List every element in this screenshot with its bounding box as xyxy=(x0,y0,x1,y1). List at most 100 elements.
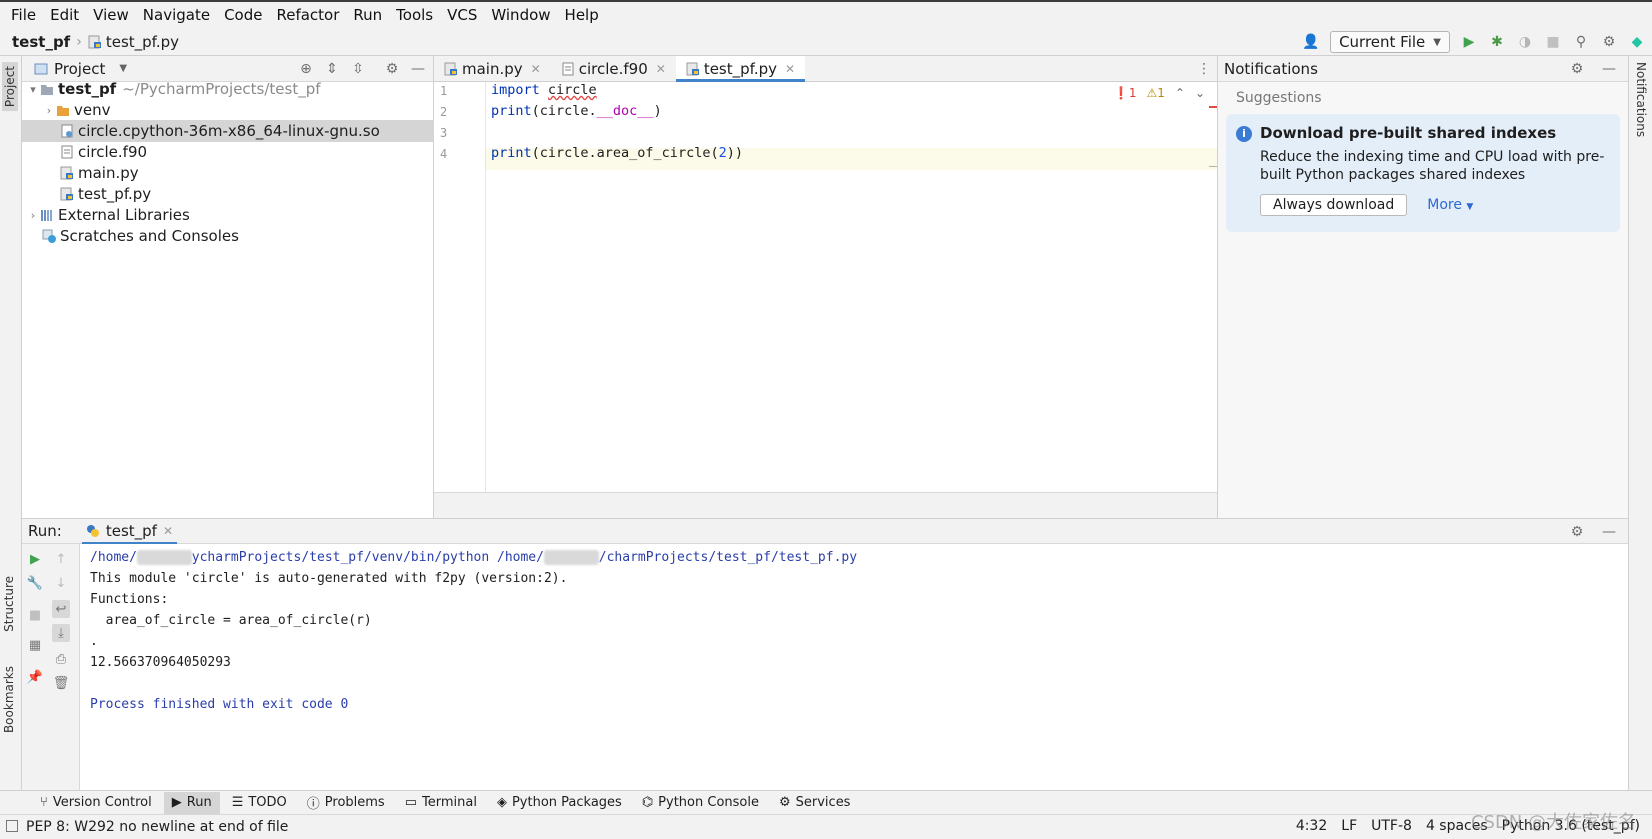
menu-help[interactable]: Help xyxy=(558,6,606,24)
menu-vcs[interactable]: VCS xyxy=(440,6,484,24)
gear-icon[interactable]: ⚙ xyxy=(1600,33,1618,51)
run-tab[interactable]: test_pf ✕ xyxy=(81,518,178,545)
hide-panel-icon[interactable]: — xyxy=(409,60,427,78)
menu-view[interactable]: View xyxy=(86,6,136,24)
console-line-result: 12.566370964050293 xyxy=(90,655,231,670)
project-panel-title[interactable]: Project xyxy=(54,60,105,78)
scroll-to-end-icon[interactable]: ⤓ xyxy=(52,624,70,642)
wrench-icon[interactable]: 🔧 xyxy=(26,574,44,592)
pin-icon[interactable]: 📌 xyxy=(26,668,44,686)
breadcrumb-project[interactable]: test_pf xyxy=(12,33,70,51)
chevron-down-icon[interactable]: ⌄ xyxy=(1195,86,1205,100)
expand-all-icon[interactable]: ⇕ xyxy=(323,60,341,78)
run-with-coverage-icon[interactable]: ◑ xyxy=(1516,33,1534,51)
soft-wrap-icon[interactable]: ↩ xyxy=(52,600,70,618)
tool-run[interactable]: ▶ Run xyxy=(163,791,220,814)
tab-circle-f90[interactable]: circle.f90 ✕ xyxy=(551,56,676,81)
tool-version-control[interactable]: ⑂ Version Control xyxy=(32,792,160,814)
tree-item-f90-file[interactable]: circle.f90 xyxy=(22,141,434,163)
code-line-1[interactable]: import circle xyxy=(491,82,597,98)
stop-icon[interactable]: ■ xyxy=(1544,33,1562,51)
close-icon[interactable]: ✕ xyxy=(163,524,173,538)
tab-test-pf-py[interactable]: test_pf.py ✕ xyxy=(675,56,806,82)
tree-item-so-file[interactable]: circle.cpython-36m-x86_64-linux-gnu.so xyxy=(22,120,434,142)
breadcrumb-file[interactable]: test_pf.py xyxy=(88,33,179,51)
always-download-button[interactable]: Always download xyxy=(1260,194,1408,216)
error-count[interactable]: ❗1 xyxy=(1114,86,1137,100)
tree-item-test-pf-py[interactable]: test_pf.py xyxy=(22,183,434,205)
menu-tools[interactable]: Tools xyxy=(389,6,440,24)
inspection-widget[interactable]: ❗1 ⚠1 ⌃ ⌄ xyxy=(1114,86,1205,100)
collapse-all-icon[interactable]: ⇳ xyxy=(349,60,367,78)
menu-file[interactable]: File xyxy=(4,6,43,24)
close-icon[interactable]: ✕ xyxy=(785,62,795,76)
side-tab-structure[interactable]: Structure xyxy=(2,576,16,632)
code-line-2[interactable]: print(circle.__doc__) xyxy=(491,103,662,119)
toggle-tool-windows-icon[interactable] xyxy=(6,820,18,832)
tool-problems[interactable]: ⓘ Problems xyxy=(299,792,393,814)
watermark: CSDN @大佐家佐名 xyxy=(1470,812,1636,833)
close-icon[interactable]: ✕ xyxy=(531,62,541,76)
tree-item-external-libraries[interactable]: › External Libraries xyxy=(22,204,434,226)
chevron-down-icon[interactable]: ▼ xyxy=(119,63,127,74)
menu-edit[interactable]: Edit xyxy=(43,6,86,24)
run-console[interactable]: /home/xxxxxxxycharmProjects/test_pf/venv… xyxy=(80,544,1628,790)
debug-icon[interactable]: ✱ xyxy=(1488,33,1506,51)
pycharm-logo-icon[interactable]: ◆ xyxy=(1628,33,1646,51)
arrow-down-icon[interactable]: ↓ xyxy=(52,574,70,592)
rerun-icon[interactable]: ▶ xyxy=(26,550,44,568)
search-icon[interactable]: ⚲ xyxy=(1572,33,1590,51)
close-icon[interactable]: ✕ xyxy=(656,62,666,76)
chevron-down-icon: ▼ xyxy=(1466,202,1474,212)
caret-position[interactable]: 4:32 xyxy=(1296,818,1327,834)
layout-icon[interactable]: ▦ xyxy=(26,636,44,654)
run-tab-label: test_pf xyxy=(105,522,157,540)
text-file-icon xyxy=(562,62,574,75)
menu-window[interactable]: Window xyxy=(484,6,557,24)
tree-item-scratches[interactable]: Scratches and Consoles xyxy=(22,225,434,247)
trash-icon[interactable]: 🗑 xyxy=(52,674,70,692)
chevron-up-icon[interactable]: ⌃ xyxy=(1175,86,1185,100)
menu-run[interactable]: Run xyxy=(346,6,389,24)
info-icon: i xyxy=(1236,126,1252,142)
tool-python-console[interactable]: ⌬ Python Console xyxy=(634,792,767,814)
tree-item-main-py[interactable]: main.py xyxy=(22,162,434,184)
console-line-exit: Process finished with exit code 0 xyxy=(90,697,349,712)
gear-icon[interactable]: ⚙ xyxy=(1568,60,1586,78)
tree-item-root[interactable]: ▾ test_pf ~/PycharmProjects/test_pf xyxy=(22,78,434,100)
menu-bar: File Edit View Navigate Code Refactor Ru… xyxy=(0,0,1652,28)
tool-python-packages[interactable]: ◈ Python Packages xyxy=(489,792,630,814)
code-editor[interactable]: 1 2 3 4 import circle print(circle.__doc… xyxy=(434,82,1217,492)
tool-terminal[interactable]: ▭ Terminal xyxy=(397,792,485,814)
status-bar: PEP 8: W292 no newline at end of file 4:… xyxy=(0,814,1652,839)
code-line-4[interactable]: print(circle.area_of_circle(2)) xyxy=(491,145,743,161)
menu-code[interactable]: Code xyxy=(217,6,269,24)
tool-todo[interactable]: ☰ TODO xyxy=(224,792,295,814)
side-tab-project[interactable]: Project xyxy=(2,62,18,112)
gear-icon[interactable]: ⚙ xyxy=(383,60,401,78)
run-configuration-select[interactable]: Current File ▼ xyxy=(1330,31,1450,53)
more-tabs-icon[interactable]: ⋮ xyxy=(1195,60,1213,78)
print-icon[interactable]: ⎙ xyxy=(52,650,70,668)
gear-icon[interactable]: ⚙ xyxy=(1568,523,1586,541)
side-tab-bookmarks[interactable]: Bookmarks xyxy=(2,666,16,733)
stop-icon[interactable]: ■ xyxy=(26,606,44,624)
line-separator[interactable]: LF xyxy=(1341,818,1357,834)
tab-main-py[interactable]: main.py ✕ xyxy=(434,56,551,81)
hide-panel-icon[interactable]: — xyxy=(1600,60,1618,78)
file-encoding[interactable]: UTF-8 xyxy=(1371,818,1412,834)
locate-file-icon[interactable]: ⊕ xyxy=(297,60,315,78)
run-icon[interactable]: ▶ xyxy=(1460,33,1478,51)
tree-item-venv[interactable]: › venv xyxy=(22,99,434,121)
arrow-up-icon[interactable]: ↑ xyxy=(52,550,70,568)
menu-refactor[interactable]: Refactor xyxy=(269,6,346,24)
warning-count[interactable]: ⚠1 xyxy=(1146,86,1164,100)
side-tab-notifications[interactable]: Notifications xyxy=(1634,62,1648,137)
menu-navigate[interactable]: Navigate xyxy=(136,6,217,24)
error-stripe-marker[interactable] xyxy=(1209,106,1217,108)
user-icon[interactable]: 👤 xyxy=(1302,33,1320,51)
chevron-down-icon: ▾ xyxy=(30,82,36,96)
hide-panel-icon[interactable]: — xyxy=(1600,523,1618,541)
tool-services[interactable]: ⚙ Services xyxy=(771,792,858,814)
more-link[interactable]: More ▼ xyxy=(1427,197,1473,213)
